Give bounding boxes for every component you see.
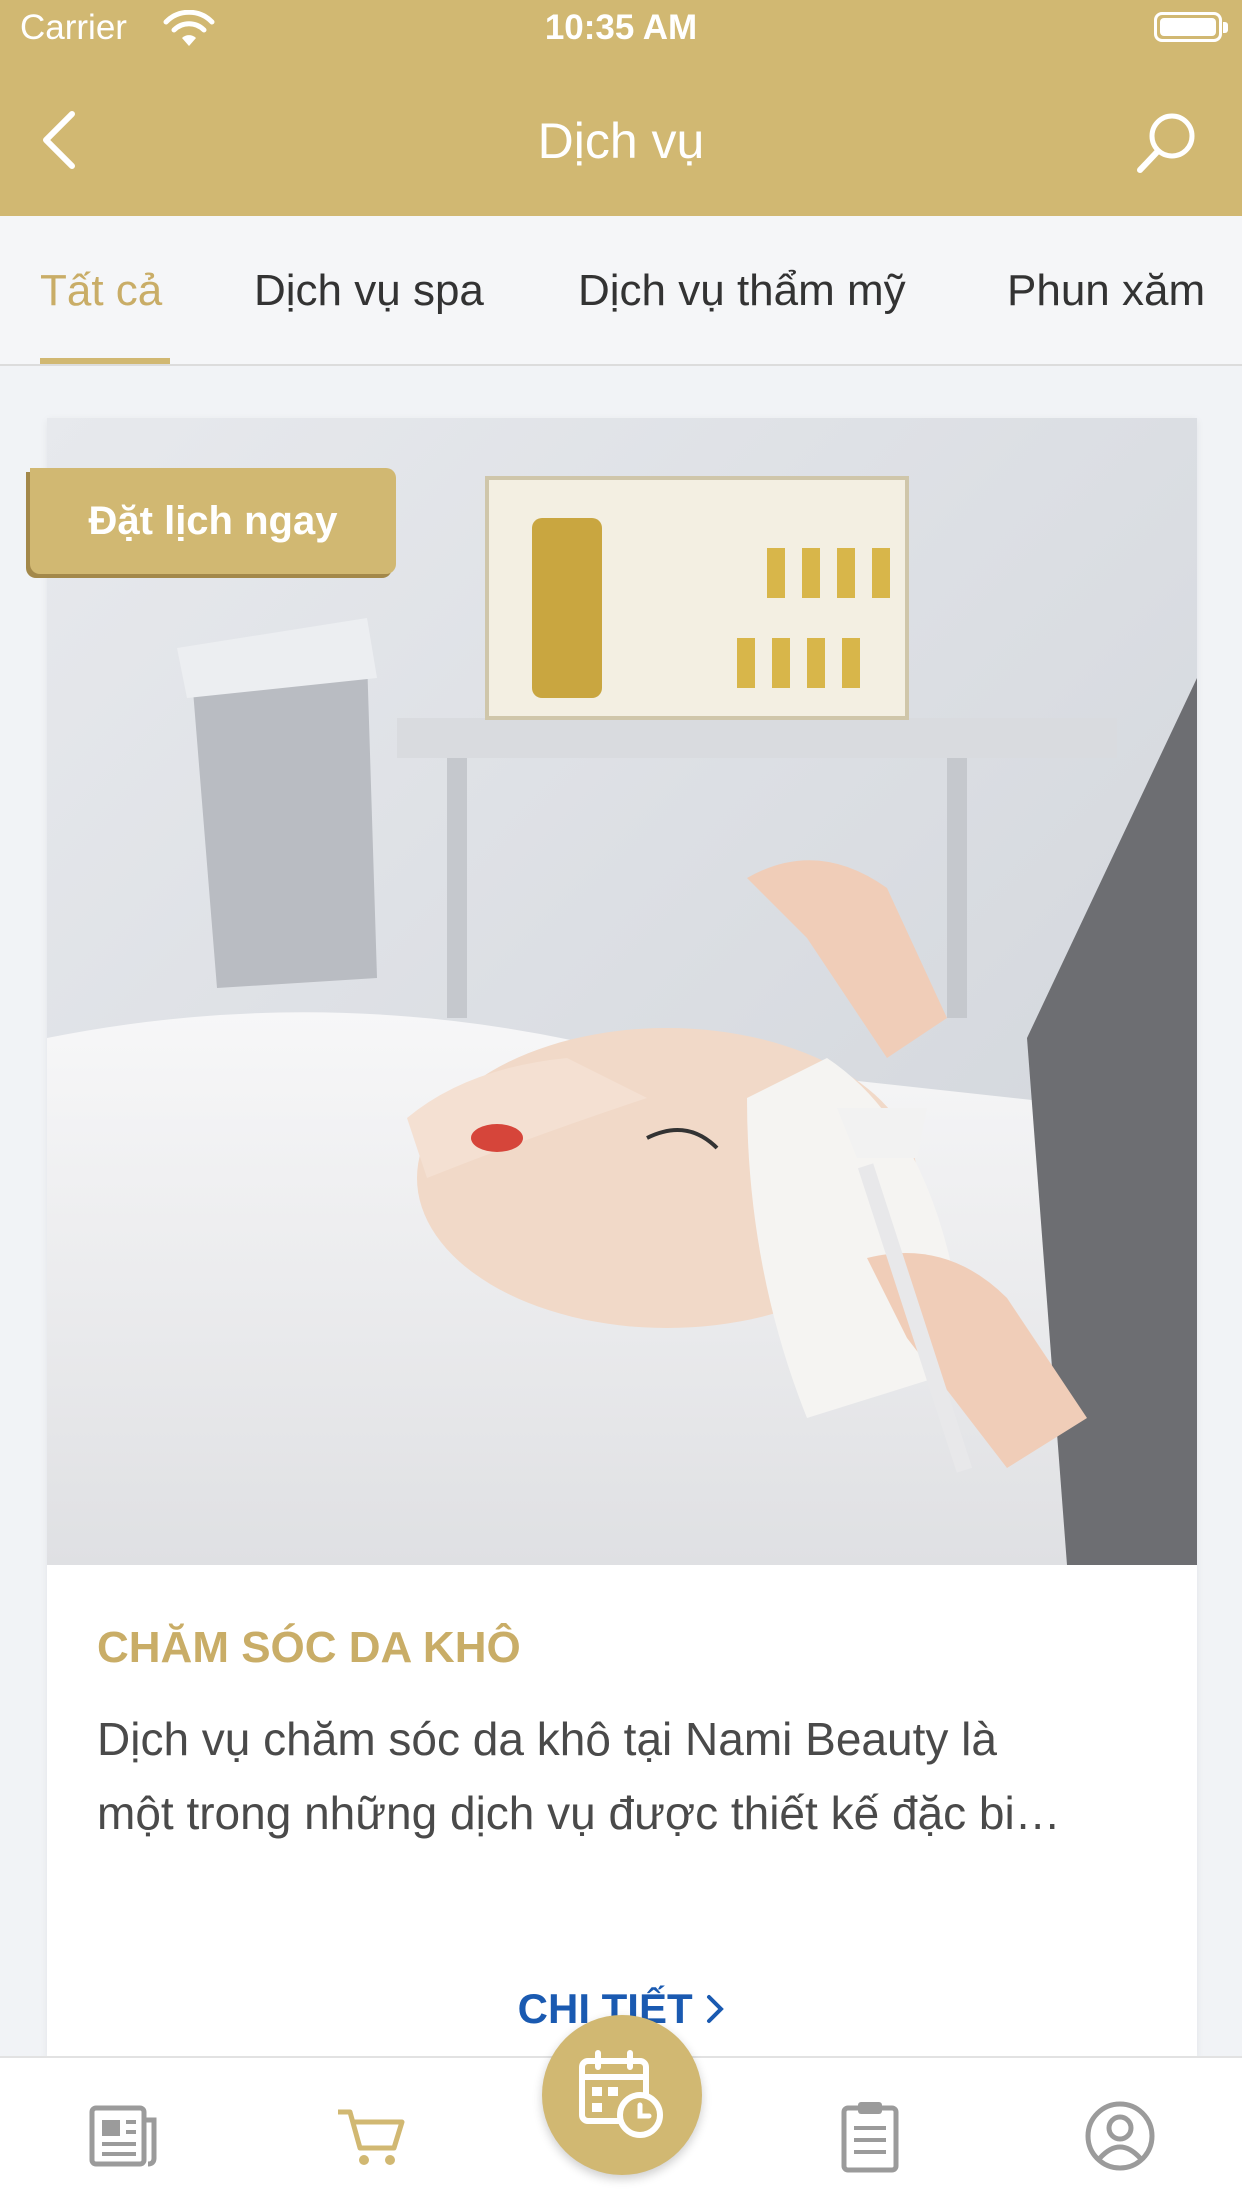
search-icon[interactable]	[1132, 108, 1202, 178]
service-description: Dịch vụ chăm sóc da khô tại Nami Beauty …	[97, 1702, 1157, 1850]
user-icon[interactable]	[1082, 2098, 1158, 2174]
clipboard-icon[interactable]	[832, 2098, 908, 2174]
status-bar: Carrier 10:35 AM	[0, 0, 1242, 56]
category-tabs: Tất cả Dịch vụ spa Dịch vụ thẩm mỹ Phun …	[0, 216, 1242, 366]
tab-all[interactable]: Tất cả	[40, 266, 162, 316]
service-photo	[47, 418, 1197, 1565]
description-line-1: Dịch vụ chăm sóc da khô tại Nami Beauty …	[97, 1713, 997, 1765]
book-now-badge[interactable]: Đặt lịch ngay	[30, 468, 396, 574]
page-title: Dịch vụ	[537, 113, 705, 169]
tab-spa-services[interactable]: Dịch vụ spa	[254, 266, 484, 316]
service-card[interactable]: CHĂM SÓC DA KHÔ Dịch vụ chăm sóc da khô …	[47, 418, 1197, 2058]
tab-cosmetic-services[interactable]: Dịch vụ thẩm mỹ	[578, 266, 906, 316]
chevron-right-icon	[707, 1995, 725, 2023]
booking-calendar-button[interactable]	[542, 2015, 702, 2175]
status-time: 10:35 AM	[544, 8, 698, 47]
tab-tattoo[interactable]: Phun xăm	[1007, 266, 1205, 316]
description-fade	[47, 1845, 1197, 1965]
active-tab-indicator	[40, 358, 170, 364]
cart-icon[interactable]	[334, 2098, 410, 2174]
top-bar: Carrier 10:35 AM Dịch vụ	[0, 0, 1242, 216]
news-icon[interactable]	[84, 2098, 160, 2174]
description-line-2: một trong những dịch vụ được thiết kế đặ…	[97, 1787, 1061, 1839]
card-body: CHĂM SÓC DA KHÔ Dịch vụ chăm sóc da khô …	[47, 1565, 1197, 2058]
calendar-clock-icon	[579, 2050, 663, 2138]
battery-icon	[1154, 12, 1228, 42]
service-title: CHĂM SÓC DA KHÔ	[97, 1623, 521, 1672]
